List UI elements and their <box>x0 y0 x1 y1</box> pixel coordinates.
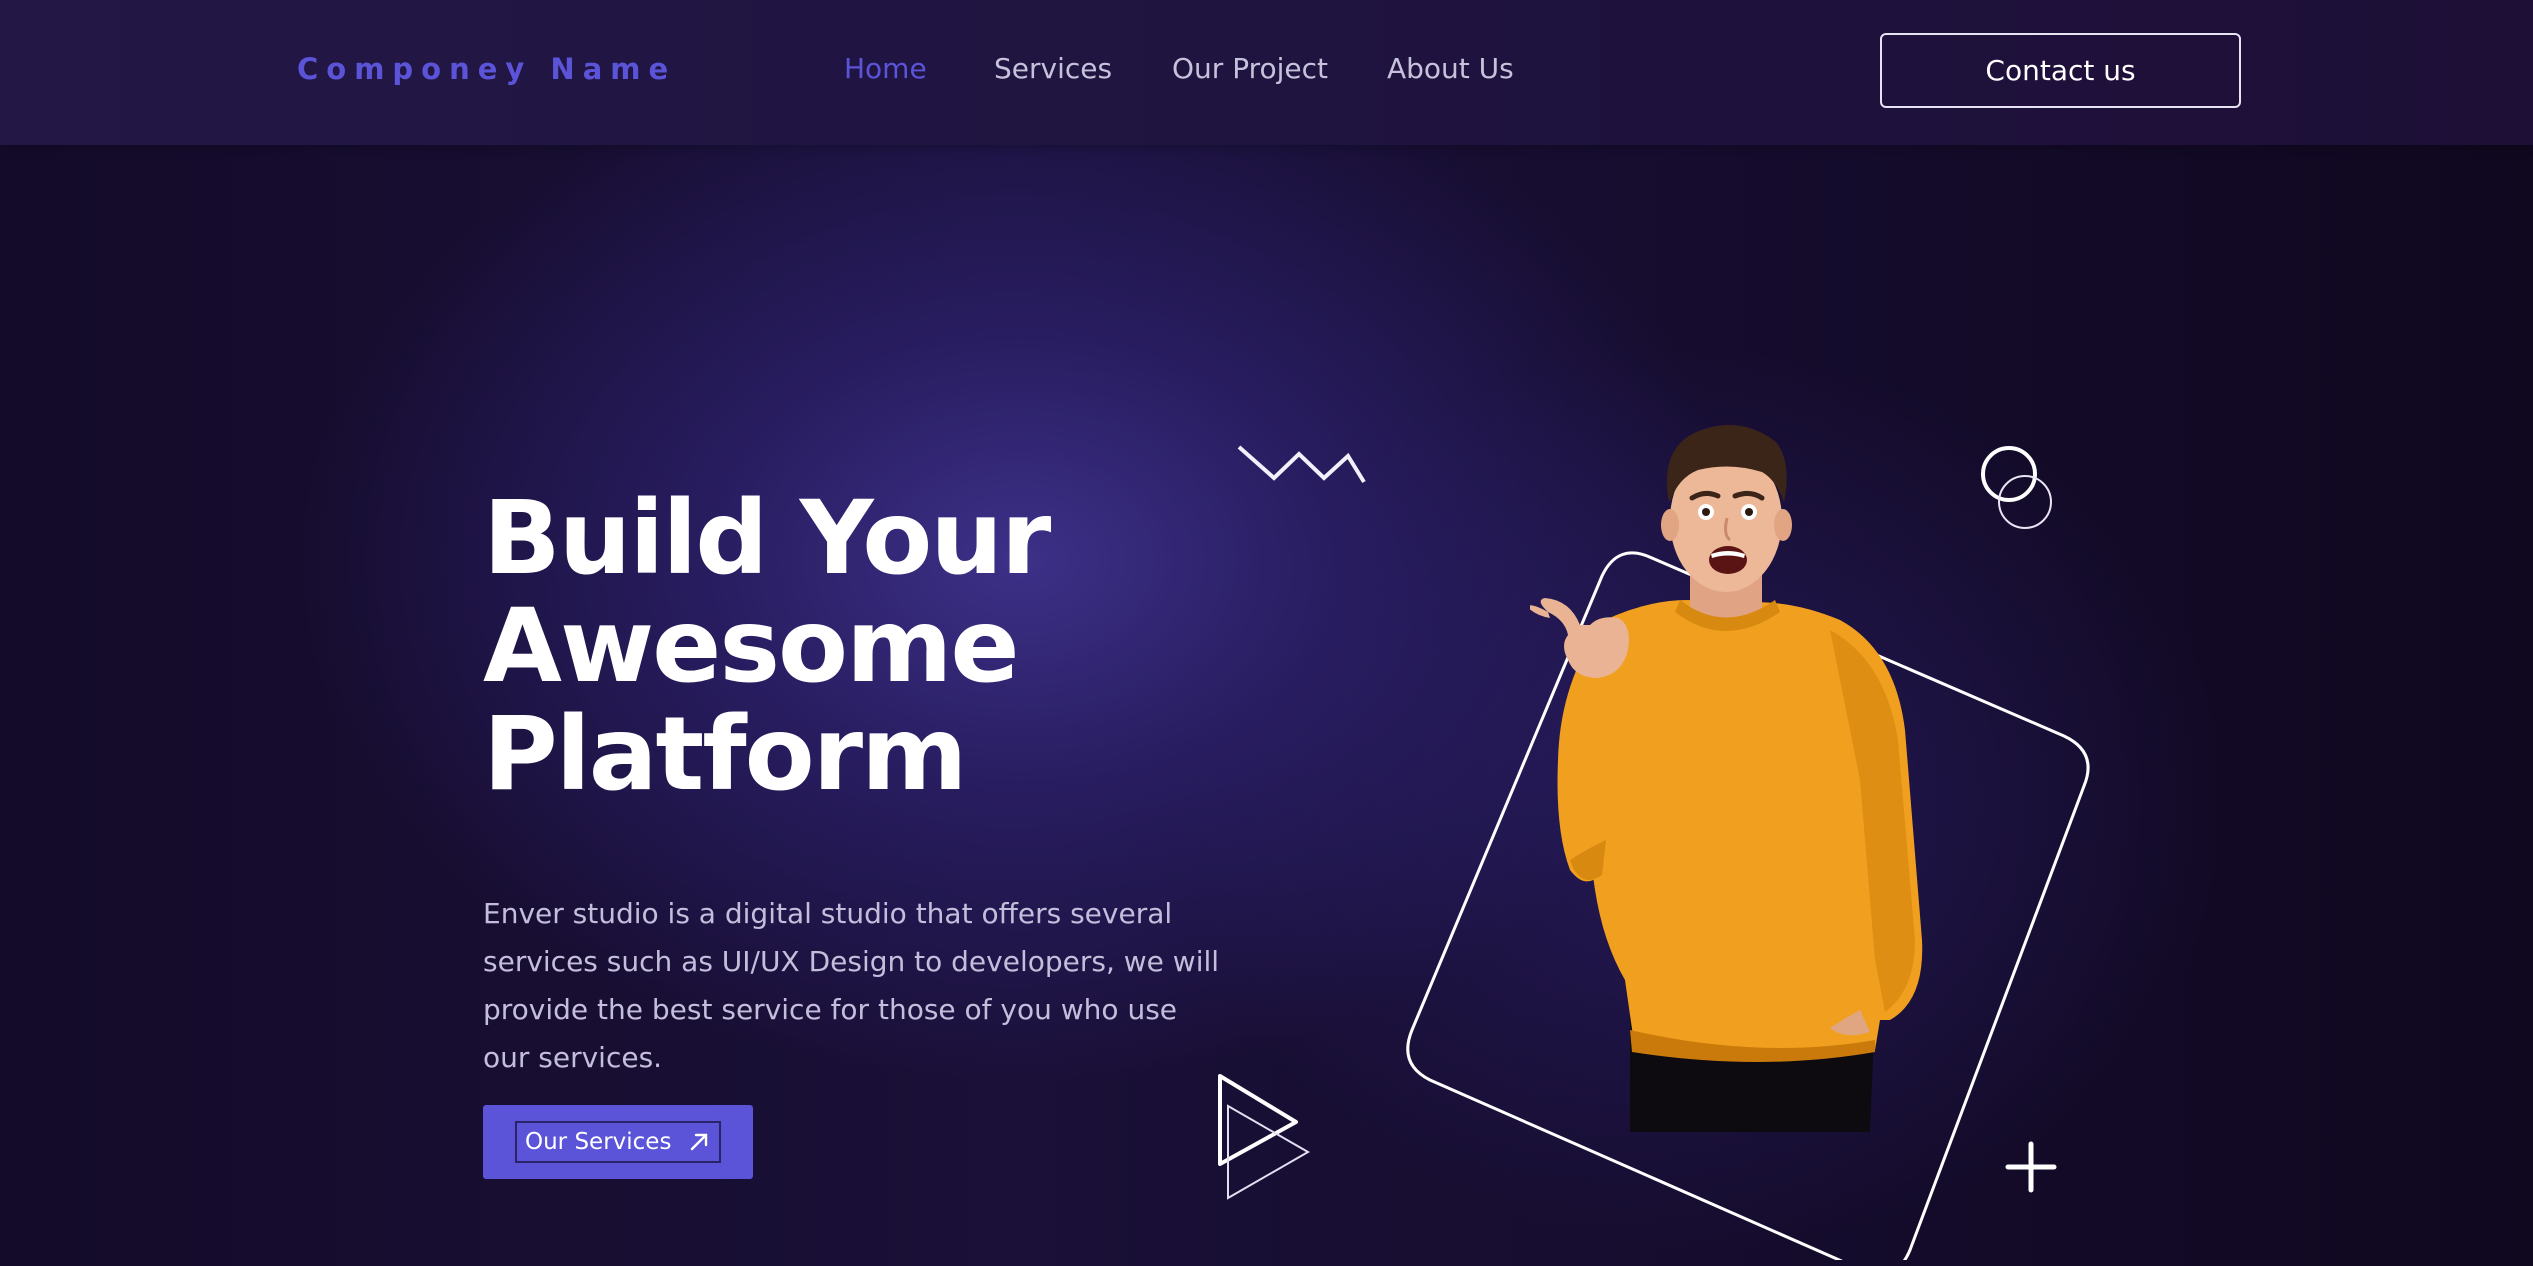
play-triangle-icon <box>1218 1074 1311 1200</box>
hero-description: Enver studio is a digital studio that of… <box>483 897 1220 1074</box>
our-services-button[interactable]: Our Services <box>483 1105 753 1179</box>
company-logo[interactable]: Componey Name <box>297 52 676 86</box>
hero-title: Build Your Awesome Platform <box>483 485 1183 809</box>
hero-title-line: Awesome <box>483 587 1020 706</box>
our-services-label: Our Services <box>525 1129 672 1155</box>
circles-icon <box>1981 446 2052 529</box>
nav-home[interactable]: Home <box>844 52 927 85</box>
zigzag-icon <box>1237 445 1366 484</box>
arrow-up-right-icon <box>690 1133 708 1151</box>
our-services-button-inner: Our Services <box>515 1121 721 1163</box>
hero-title-line: Build Your <box>483 479 1051 598</box>
nav-services[interactable]: Services <box>994 52 1112 85</box>
site-header: Componey Name Home Services Our Project … <box>0 0 2533 145</box>
person-image <box>1530 425 1923 1132</box>
nav-our-project[interactable]: Our Project <box>1172 52 1328 85</box>
nav-about-us[interactable]: About Us <box>1387 52 1514 85</box>
hero-title-line: Platform <box>483 695 967 814</box>
contact-us-button[interactable]: Contact us <box>1880 33 2241 108</box>
